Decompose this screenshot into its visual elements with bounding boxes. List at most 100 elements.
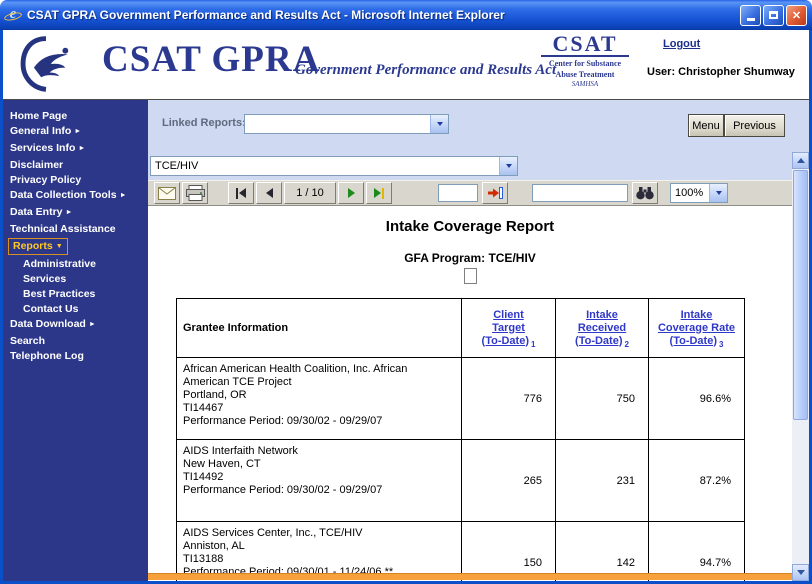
title-bar: e CSAT GPRA Government Performance and R…: [0, 0, 812, 30]
sidebar-nav: Home Page General Info► Services Info► D…: [3, 100, 148, 581]
search-button[interactable]: [632, 182, 658, 204]
grantee-name: AIDS Interfaith Network: [183, 445, 455, 458]
goto-page-input[interactable]: [438, 184, 478, 202]
table-row: AIDS Interfaith Network New Haven, CT TI…: [177, 440, 745, 522]
zoom-value: 100%: [671, 184, 709, 202]
sidebar-item-data-collection-tools[interactable]: Data Collection Tools►: [3, 188, 148, 205]
linked-reports-label: Linked Reports:: [162, 117, 246, 129]
footnote-marker: 3: [719, 340, 723, 349]
linked-reports-value: [245, 115, 430, 133]
next-page-button[interactable]: [338, 182, 364, 204]
sidebar-item-label: Best Practices: [23, 288, 95, 300]
brand-tagline: Government Performance and Results Act: [295, 62, 556, 79]
scroll-down-button[interactable]: [792, 564, 809, 581]
sidebar-item-label: Data Download: [10, 318, 86, 330]
dropdown-arrow-icon[interactable]: [709, 184, 727, 202]
menu-button[interactable]: Menu: [688, 114, 724, 137]
sidebar-item-label: Data Entry: [10, 206, 63, 218]
sidebar-item-label: Data Collection Tools: [10, 189, 117, 201]
grantee-location: Portland, OR: [183, 389, 455, 402]
sidebar-item-general-info[interactable]: General Info►: [3, 124, 148, 141]
print-button[interactable]: [182, 182, 208, 204]
chevron-right-icon: ►: [78, 145, 85, 152]
report-select-value: TCE/HIV: [151, 157, 499, 175]
minimize-button[interactable]: [740, 5, 761, 26]
report-page: Intake Coverage Report GFA Program: TCE/…: [148, 206, 792, 581]
sidebar-item-search[interactable]: Search: [3, 334, 148, 349]
sidebar-item-label: Reports: [13, 240, 53, 252]
sidebar-item-administrative[interactable]: Administrative: [3, 257, 148, 272]
sidebar-item-services[interactable]: Services: [3, 272, 148, 287]
search-input[interactable]: [532, 184, 628, 202]
sidebar-item-privacy-policy[interactable]: Privacy Policy: [3, 173, 148, 188]
sidebar-item-home-page[interactable]: Home Page: [3, 109, 148, 124]
previous-page-icon: [266, 188, 273, 198]
sidebar-item-services-info[interactable]: Services Info►: [3, 141, 148, 158]
main-area: Linked Reports: Menu Previous TCE/HIV: [148, 100, 809, 581]
header-line: (To-Date): [482, 335, 529, 347]
user-label: User: Christopher Shumway: [647, 66, 795, 78]
brand-title: CSAT GPRA: [102, 38, 320, 81]
sidebar-item-label: Services Info: [10, 142, 75, 154]
goto-page-button[interactable]: [482, 182, 508, 204]
vertical-scrollbar[interactable]: [792, 152, 809, 581]
previous-button[interactable]: Previous: [724, 114, 785, 137]
first-page-button[interactable]: [228, 182, 254, 204]
dropdown-arrow-icon[interactable]: [499, 157, 517, 175]
footnote-marker: 1: [531, 340, 535, 349]
sidebar-item-label: Technical Assistance: [10, 223, 116, 235]
envelope-icon: [158, 187, 176, 200]
intake-received-value: 750: [556, 358, 649, 440]
grantee-period: Performance Period: 09/30/02 - 09/29/07: [183, 484, 455, 497]
printer-icon: [186, 185, 205, 201]
sidebar-item-disclaimer[interactable]: Disclaimer: [3, 158, 148, 173]
coverage-rate-value: 87.2%: [649, 440, 745, 522]
browser-content: CSAT GPRA Government Performance and Res…: [0, 30, 812, 584]
grantee-name: AIDS Services Center, Inc., TCE/HIV: [183, 527, 455, 540]
zoom-select[interactable]: 100%: [670, 183, 728, 203]
dropdown-arrow-icon[interactable]: [430, 115, 448, 133]
grantee-id: TI13188: [183, 553, 455, 566]
scroll-up-button[interactable]: [792, 152, 809, 169]
client-target-header[interactable]: Client Target (To-Date)1: [462, 299, 556, 358]
report-select-row: TCE/HIV: [148, 152, 792, 180]
first-page-icon: [239, 188, 246, 198]
sidebar-item-technical-assistance[interactable]: Technical Assistance: [3, 222, 148, 237]
header-line: Intake: [650, 309, 743, 322]
intake-received-header[interactable]: Intake Received (To-Date)2: [556, 299, 649, 358]
scrollbar-thumb[interactable]: [793, 170, 808, 420]
linked-reports-select[interactable]: [244, 114, 449, 134]
logout-link[interactable]: Logout: [663, 38, 700, 50]
sidebar-item-contact-us[interactable]: Contact Us: [3, 302, 148, 317]
sidebar-item-data-entry[interactable]: Data Entry►: [3, 205, 148, 222]
sidebar-item-best-practices[interactable]: Best Practices: [3, 287, 148, 302]
sidebar-item-telephone-log[interactable]: Telephone Log: [3, 349, 148, 364]
last-page-button[interactable]: [366, 182, 392, 204]
export-button[interactable]: [154, 182, 180, 204]
window-title: CSAT GPRA Government Performance and Res…: [27, 8, 738, 22]
placeholder-box: [464, 268, 477, 284]
maximize-button[interactable]: [763, 5, 784, 26]
sidebar-item-label: Services: [23, 273, 66, 285]
close-button[interactable]: ✕: [786, 5, 807, 26]
sidebar-item-label: Home Page: [10, 110, 67, 122]
header-line: (To-Date): [575, 335, 622, 347]
sidebar-item-label: Telephone Log: [10, 350, 84, 362]
grantee-period: Performance Period: 09/30/02 - 09/29/07: [183, 415, 455, 428]
sidebar-item-label: Search: [10, 335, 45, 347]
binoculars-icon: [635, 186, 655, 200]
report-select[interactable]: TCE/HIV: [150, 156, 518, 176]
previous-page-button[interactable]: [256, 182, 282, 204]
sidebar-item-reports[interactable]: Reports▼: [8, 238, 68, 255]
horizontal-scrollbar[interactable]: [148, 573, 792, 580]
table-header-row: Grantee Information Client Target (To-Da…: [177, 299, 745, 358]
chevron-right-icon: ►: [120, 192, 127, 199]
csat-logo-line2: Abuse Treatment: [541, 70, 629, 79]
grantee-location: New Haven, CT: [183, 458, 455, 471]
sidebar-item-data-download[interactable]: Data Download►: [3, 317, 148, 334]
chevron-right-icon: ►: [89, 321, 96, 328]
csat-logo: CSAT Center for Substance Abuse Treatmen…: [541, 33, 629, 88]
last-page-icon: [374, 188, 381, 198]
intake-coverage-rate-header[interactable]: Intake Coverage Rate (To-Date)3: [649, 299, 745, 358]
chevron-down-icon: ▼: [56, 243, 63, 250]
